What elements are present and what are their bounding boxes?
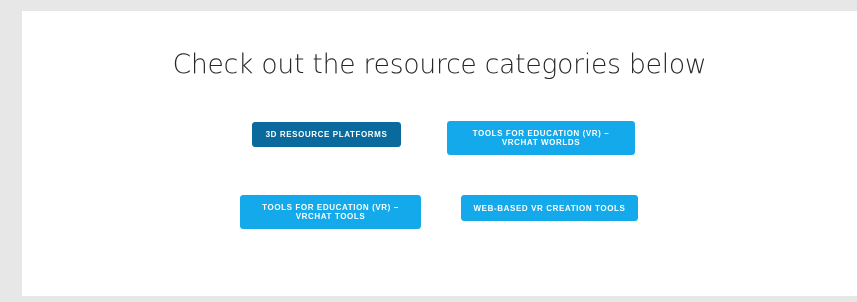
- web-based-vr-creation-tools-button[interactable]: WEB-BASED VR CREATION TOOLS: [461, 195, 638, 221]
- button-label: TOOLS FOR EDUCATION (VR) – VRCHAT TOOLS: [262, 203, 399, 221]
- page-background: Check out the resource categories below …: [0, 0, 857, 302]
- 3d-resource-platforms-button[interactable]: 3D RESOURCE PLATFORMS: [252, 122, 401, 147]
- button-label: WEB-BASED VR CREATION TOOLS: [473, 203, 626, 213]
- button-label: 3D RESOURCE PLATFORMS: [265, 130, 388, 139]
- vrchat-tools-button[interactable]: TOOLS FOR EDUCATION (VR) – VRCHAT TOOLS: [240, 195, 421, 229]
- resource-categories-section: Check out the resource categories below …: [22, 11, 857, 296]
- vrchat-worlds-button[interactable]: TOOLS FOR EDUCATION (VR) – VRCHAT WORLDS: [447, 121, 635, 155]
- button-label: TOOLS FOR EDUCATION (VR) – VRCHAT WORLDS: [472, 129, 610, 147]
- section-title: Check out the resource categories below: [172, 49, 707, 80]
